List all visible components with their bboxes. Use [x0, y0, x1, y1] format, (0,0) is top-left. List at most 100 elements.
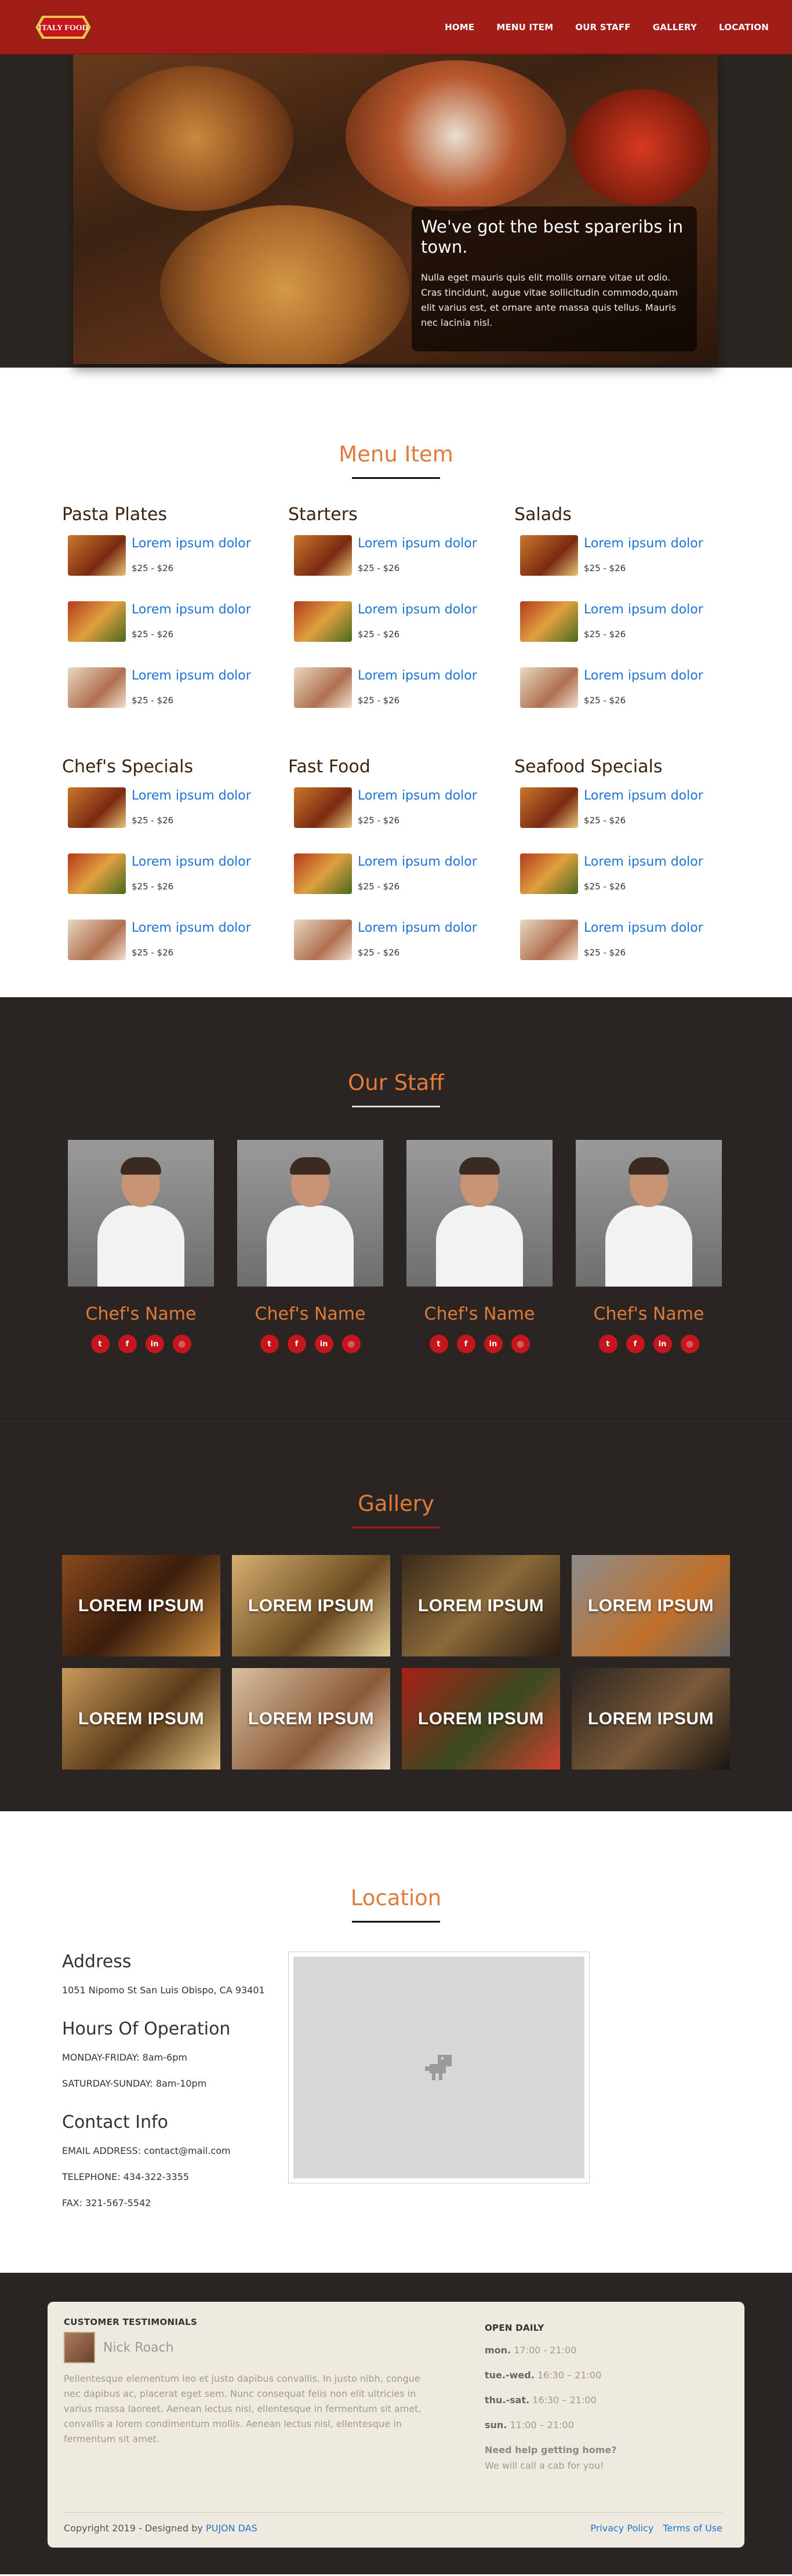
open-hours: OPEN DAILY mon. 17:00 - 21:00 tue.-wed. … — [485, 2317, 728, 2471]
facebook-icon[interactable]: f — [287, 1335, 306, 1353]
gallery-tile[interactable]: LOREM IPSUM — [402, 1555, 560, 1656]
gallery-tile-label: LOREM IPSUM — [417, 1709, 544, 1728]
menu-item: Lorem ipsum dolor $25 - $26 — [514, 853, 740, 920]
hero-title: We've got the best spareribs in town. — [421, 217, 684, 257]
food-plate — [160, 205, 409, 364]
gallery-tile[interactable]: LOREM IPSUM — [572, 1555, 730, 1656]
instagram-icon[interactable]: ◎ — [172, 1335, 191, 1353]
twitter-icon[interactable]: t — [429, 1335, 448, 1353]
map-frame[interactable] — [288, 1952, 590, 2183]
site-logo[interactable]: ITALY FOOD — [29, 12, 97, 43]
contact-email: EMAIL ADDRESS: contact@mail.com — [62, 2145, 231, 2156]
chef-hair — [121, 1157, 161, 1175]
menu-item-price: $25 - $26 — [584, 629, 626, 640]
menu-item-link[interactable]: Lorem ipsum dolor — [584, 921, 703, 935]
top-navbar: ITALY FOOD HOME MENU ITEM OUR STAFF GALL… — [0, 0, 792, 55]
menu-item-price: $25 - $26 — [358, 629, 400, 640]
nav-our-staff[interactable]: OUR STAFF — [575, 22, 630, 32]
menu-item-link[interactable]: Lorem ipsum dolor — [584, 602, 703, 617]
chef-name: Chef's Name — [85, 1304, 197, 1324]
menu-item-price: $25 - $26 — [132, 947, 174, 958]
contact-fax: FAX: 321-567-5542 — [62, 2197, 151, 2208]
chef-body — [97, 1205, 184, 1287]
twitter-icon[interactable]: t — [598, 1335, 617, 1353]
gallery-tile-label: LOREM IPSUM — [587, 1709, 714, 1728]
dish-thumbnail — [520, 667, 578, 708]
menu-item-link[interactable]: Lorem ipsum dolor — [132, 921, 251, 935]
location-section: Location Address 1051 Nipomo St San Luis… — [0, 1811, 792, 2273]
dish-thumbnail — [294, 920, 352, 960]
menu-item-link[interactable]: Lorem ipsum dolor — [132, 855, 251, 869]
dish-thumbnail — [68, 667, 126, 708]
nav-home[interactable]: HOME — [445, 22, 474, 32]
menu-item-price: $25 - $26 — [132, 881, 174, 892]
menu-item-link[interactable]: Lorem ipsum dolor — [584, 855, 703, 869]
facebook-icon[interactable]: f — [456, 1335, 475, 1353]
gallery-tile-label: LOREM IPSUM — [248, 1596, 375, 1615]
menu-item: Lorem ipsum dolor $25 - $26 — [514, 667, 740, 733]
linkedin-icon[interactable]: in — [653, 1335, 672, 1353]
menu-item-link[interactable]: Lorem ipsum dolor — [132, 536, 251, 551]
menu-category: Seafood Specials Lorem ipsum dolor $25 -… — [514, 757, 740, 986]
linkedin-icon[interactable]: in — [145, 1335, 164, 1353]
gallery-tile[interactable]: LOREM IPSUM — [232, 1668, 390, 1770]
hours-weekday: MONDAY-FRIDAY: 8am-6pm — [62, 2052, 187, 2063]
gallery-tile-label: LOREM IPSUM — [78, 1596, 205, 1615]
menu-item-text: Lorem ipsum dolor $25 - $26 — [132, 535, 251, 573]
open-hours-heading: OPEN DAILY — [485, 2323, 544, 2333]
terms-of-use-link[interactable]: Terms of Use — [663, 2523, 722, 2534]
gallery-title: Gallery — [358, 1491, 434, 1516]
copyright-text: Copyright 2019 - Designed by — [64, 2523, 206, 2534]
menu-item-link[interactable]: Lorem ipsum dolor — [132, 602, 251, 617]
designer-link[interactable]: PUJON DAS — [206, 2523, 257, 2534]
nav-location[interactable]: LOCATION — [719, 22, 769, 32]
menu-item-text: Lorem ipsum dolor $25 - $26 — [132, 920, 251, 958]
chef-name: Chef's Name — [424, 1304, 535, 1324]
chef-name: Chef's Name — [255, 1304, 366, 1324]
menu-item-link[interactable]: Lorem ipsum dolor — [132, 789, 251, 803]
contact-heading: Contact Info — [62, 2112, 169, 2132]
gallery-tile[interactable]: LOREM IPSUM — [62, 1668, 220, 1770]
menu-item-text: Lorem ipsum dolor $25 - $26 — [358, 853, 477, 892]
nav-menu-item[interactable]: MENU ITEM — [496, 22, 553, 32]
gallery-tile[interactable]: LOREM IPSUM — [62, 1555, 220, 1656]
social-links: t f in ◎ — [68, 1335, 214, 1353]
twitter-icon[interactable]: t — [90, 1335, 110, 1353]
location-info: Address 1051 Nipomo St San Luis Obispo, … — [62, 1952, 288, 2223]
menu-item-price: $25 - $26 — [584, 563, 626, 573]
gallery-tile[interactable]: LOREM IPSUM — [572, 1668, 730, 1770]
social-links: t f in ◎ — [406, 1335, 553, 1353]
menu-item-text: Lorem ipsum dolor $25 - $26 — [132, 853, 251, 892]
copyright: Copyright 2019 - Designed by PUJON DAS — [64, 2523, 257, 2534]
gallery-tile[interactable]: LOREM IPSUM — [402, 1668, 560, 1770]
menu-item-link[interactable]: Lorem ipsum dolor — [358, 855, 477, 869]
menu-item-link[interactable]: Lorem ipsum dolor — [132, 668, 251, 683]
hours-time: 11:00 – 21:00 — [510, 2419, 574, 2430]
linkedin-icon[interactable]: in — [314, 1335, 333, 1353]
instagram-icon[interactable]: ◎ — [680, 1335, 699, 1353]
menu-item-link[interactable]: Lorem ipsum dolor — [584, 536, 703, 551]
menu-item-link[interactable]: Lorem ipsum dolor — [358, 668, 477, 683]
nav-gallery[interactable]: GALLERY — [653, 22, 697, 32]
dish-thumbnail — [68, 787, 126, 828]
menu-item-link[interactable]: Lorem ipsum dolor — [584, 789, 703, 803]
gallery-tile[interactable]: LOREM IPSUM — [232, 1555, 390, 1656]
menu-item-link[interactable]: Lorem ipsum dolor — [358, 602, 477, 617]
site-footer: CUSTOMER TESTIMONIALS Nick Roach Pellent… — [0, 2273, 792, 2574]
linkedin-icon[interactable]: in — [484, 1335, 503, 1353]
social-links: t f in ◎ — [237, 1335, 383, 1353]
help-heading: Need help getting home? — [485, 2444, 617, 2455]
hours-row: thu.-sat. 16:30 – 21:00 — [485, 2395, 728, 2406]
menu-item-text: Lorem ipsum dolor $25 - $26 — [584, 920, 703, 958]
menu-item-link[interactable]: Lorem ipsum dolor — [358, 921, 477, 935]
twitter-icon[interactable]: t — [260, 1335, 279, 1353]
menu-item-link[interactable]: Lorem ipsum dolor — [358, 789, 477, 803]
instagram-icon[interactable]: ◎ — [341, 1335, 361, 1353]
privacy-policy-link[interactable]: Privacy Policy — [590, 2523, 653, 2534]
menu-item-link[interactable]: Lorem ipsum dolor — [584, 668, 703, 683]
gallery-tile-label: LOREM IPSUM — [78, 1709, 205, 1728]
instagram-icon[interactable]: ◎ — [511, 1335, 530, 1353]
menu-item-link[interactable]: Lorem ipsum dolor — [358, 536, 477, 551]
facebook-icon[interactable]: f — [118, 1335, 137, 1353]
facebook-icon[interactable]: f — [626, 1335, 645, 1353]
